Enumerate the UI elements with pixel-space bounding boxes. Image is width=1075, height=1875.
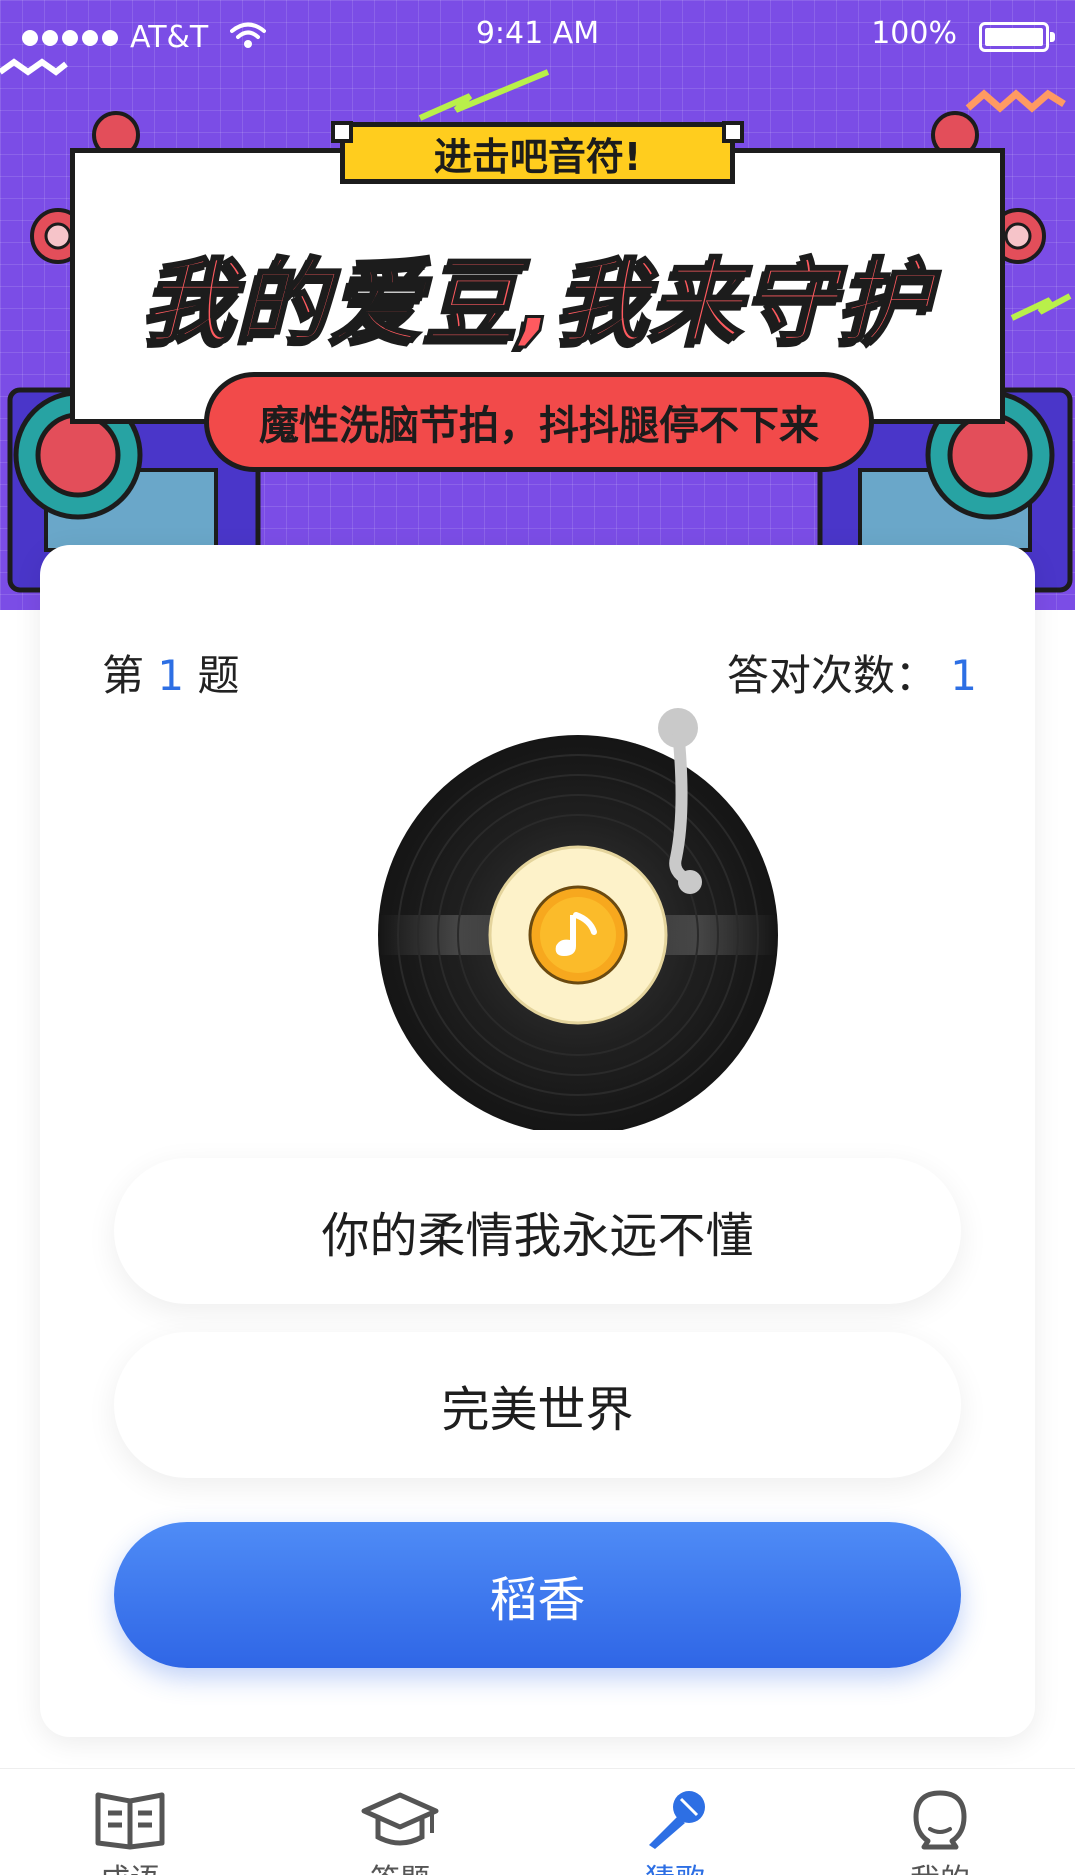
bottom-tab-bar: 成语 答题 猜歌 我的 bbox=[0, 1768, 1075, 1875]
battery-icon bbox=[979, 22, 1055, 52]
banner-headline: 我的爱豆,我来守护 bbox=[142, 248, 932, 358]
banner-subline: 魔性洗脑节拍，抖抖腿停不下来 bbox=[204, 372, 874, 472]
book-icon bbox=[95, 1792, 165, 1850]
header-banner: AT&T 9:41 AM 100% 进击吧音符! 我的爱豆,我来守护 魔性洗脑节… bbox=[0, 0, 1075, 610]
answer-option-label: 完美世界 bbox=[441, 1382, 634, 1438]
question-number-value: 1 bbox=[157, 651, 185, 700]
vinyl-record-player[interactable] bbox=[338, 690, 838, 1130]
correct-count-value: 1 bbox=[950, 651, 977, 700]
tab-label: 我的 bbox=[840, 1855, 1040, 1875]
tab-label: 成语 bbox=[30, 1855, 230, 1875]
status-bar: AT&T 9:41 AM 100% bbox=[0, 0, 1075, 70]
answer-option-1[interactable]: 你的柔情我永远不懂 bbox=[114, 1158, 961, 1304]
user-icon bbox=[913, 1790, 967, 1850]
tab-profile[interactable]: 我的 bbox=[840, 1789, 1040, 1875]
microphone-icon bbox=[649, 1791, 705, 1849]
answer-option-label: 你的柔情我永远不懂 bbox=[321, 1208, 754, 1264]
tab-quiz[interactable]: 答题 bbox=[300, 1789, 500, 1875]
vinyl-disc bbox=[378, 735, 778, 1130]
question-prefix: 第 bbox=[102, 651, 145, 700]
answer-option-2[interactable]: 完美世界 bbox=[114, 1332, 961, 1478]
answer-option-3[interactable]: 稻香 bbox=[114, 1522, 961, 1668]
tab-label: 答题 bbox=[300, 1855, 500, 1875]
question-suffix: 题 bbox=[197, 651, 240, 700]
tab-guess-song[interactable]: 猜歌 bbox=[575, 1789, 775, 1875]
answer-option-label: 稻香 bbox=[489, 1572, 586, 1628]
banner-tag: 进击吧音符! bbox=[331, 121, 744, 184]
question-number: 第 1 题 bbox=[102, 642, 239, 703]
graduation-cap-icon bbox=[361, 1792, 439, 1846]
quiz-card: 第 1 题 答对次数： 1 你的柔情我永远不懂 完美世界 稻香 bbox=[40, 545, 1035, 1737]
tab-label: 猜歌 bbox=[575, 1855, 775, 1875]
tab-idioms[interactable]: 成语 bbox=[30, 1789, 230, 1875]
battery-percentage: 100% bbox=[871, 16, 957, 51]
